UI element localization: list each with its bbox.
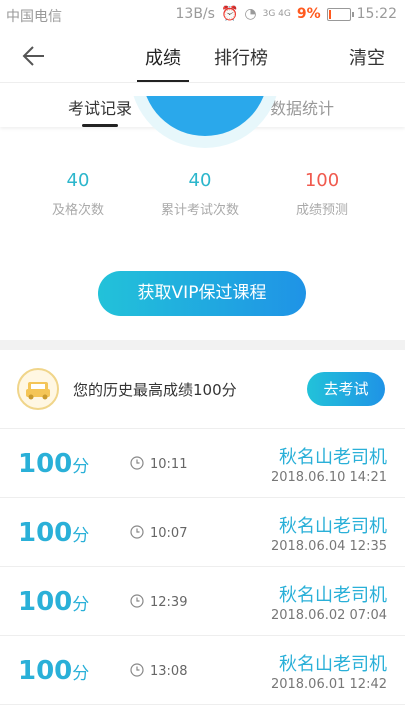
stat-label: 累计考试次数 xyxy=(160,203,239,218)
record-score: 100分 xyxy=(18,518,89,548)
tab-ranking[interactable]: 排行榜 xyxy=(214,44,268,70)
record-title: 秋名山老司机 xyxy=(279,585,387,606)
score-dial xyxy=(130,96,280,150)
clock-icon xyxy=(130,594,144,608)
stat-score-prediction: 100 成绩预测 xyxy=(262,170,382,218)
stat-pass-count: 40 及格次数 xyxy=(18,170,138,218)
record-date: 2018.06.02 07:04 xyxy=(270,608,387,623)
score-unit: 分 xyxy=(72,664,90,684)
record-duration: 10:11 xyxy=(150,457,188,472)
nav-bar: 成绩 排行榜 清空 xyxy=(0,30,405,83)
battery-percent: 9% xyxy=(296,6,321,22)
record-date: 2018.06.10 14:21 xyxy=(270,470,387,485)
tab-exam-records[interactable]: 考试记录 xyxy=(68,95,132,127)
clear-button[interactable]: 清空 xyxy=(349,44,385,70)
tab-score[interactable]: 成绩 xyxy=(137,44,189,82)
clock-icon xyxy=(130,525,144,539)
score-unit: 分 xyxy=(72,457,90,477)
stat-label: 成绩预测 xyxy=(295,203,348,218)
record-row[interactable]: 100分 10:11 秋名山老司机 2018.06.10 14:21 xyxy=(0,429,405,498)
car-badge xyxy=(17,368,59,410)
score-unit: 分 xyxy=(72,595,90,615)
record-duration: 12:39 xyxy=(150,595,188,610)
record-row[interactable]: 100分 10:07 秋名山老司机 2018.06.04 12:35 xyxy=(0,498,405,567)
score-value: 100 xyxy=(18,449,73,479)
record-title: 秋名山老司机 xyxy=(279,516,387,537)
status-right: 13B/s ⏰ ◔ 3G 4G 9% 15:22 xyxy=(176,6,398,22)
back-arrow-icon[interactable] xyxy=(20,42,48,70)
network-speed: 13B/s xyxy=(175,6,215,22)
record-duration: 10:07 xyxy=(150,526,188,541)
record-score: 100分 xyxy=(18,587,89,617)
wifi-icon: ◔ xyxy=(244,6,257,22)
record-date: 2018.06.04 12:35 xyxy=(270,539,387,554)
status-bar: 中国电信 13B/s ⏰ ◔ 3G 4G 9% 15:22 xyxy=(0,0,405,30)
record-date: 2018.06.01 12:42 xyxy=(270,677,387,692)
score-value: 100 xyxy=(18,587,73,617)
battery-icon xyxy=(326,7,354,21)
vip-course-button[interactable]: 获取VIP保过课程 xyxy=(98,271,306,316)
score-unit: 分 xyxy=(72,526,90,546)
record-score: 100分 xyxy=(18,449,89,479)
clock-icon xyxy=(130,456,144,470)
stat-value: 40 xyxy=(188,170,212,191)
signal-label: 3G 4G xyxy=(262,9,291,19)
stat-total-exams: 40 累计考试次数 xyxy=(140,170,260,218)
best-score-text: 您的历史最高成绩100分 xyxy=(73,381,237,399)
record-row[interactable]: 100分 12:39 秋名山老司机 2018.06.02 07:04 xyxy=(0,567,405,636)
best-score-bar: 您的历史最高成绩100分 去考试 xyxy=(0,350,405,429)
stat-label: 及格次数 xyxy=(51,203,104,218)
record-title: 秋名山老司机 xyxy=(279,654,387,675)
alarm-icon: ⏰ xyxy=(220,6,239,22)
section-divider xyxy=(0,340,405,350)
score-value: 100 xyxy=(18,518,73,548)
car-icon xyxy=(26,382,50,400)
stat-value: 100 xyxy=(304,170,340,191)
record-row[interactable]: 100分 13:08 秋名山老司机 2018.06.01 12:42 xyxy=(0,636,405,705)
take-exam-button[interactable]: 去考试 xyxy=(307,372,385,406)
record-title: 秋名山老司机 xyxy=(279,447,387,468)
score-value: 100 xyxy=(18,656,73,686)
clock-time: 15:22 xyxy=(356,6,397,22)
carrier-label: 中国电信 xyxy=(6,9,62,25)
clock-icon xyxy=(130,663,144,677)
record-duration: 13:08 xyxy=(150,664,188,679)
stat-value: 40 xyxy=(66,170,90,191)
record-score: 100分 xyxy=(18,656,89,686)
